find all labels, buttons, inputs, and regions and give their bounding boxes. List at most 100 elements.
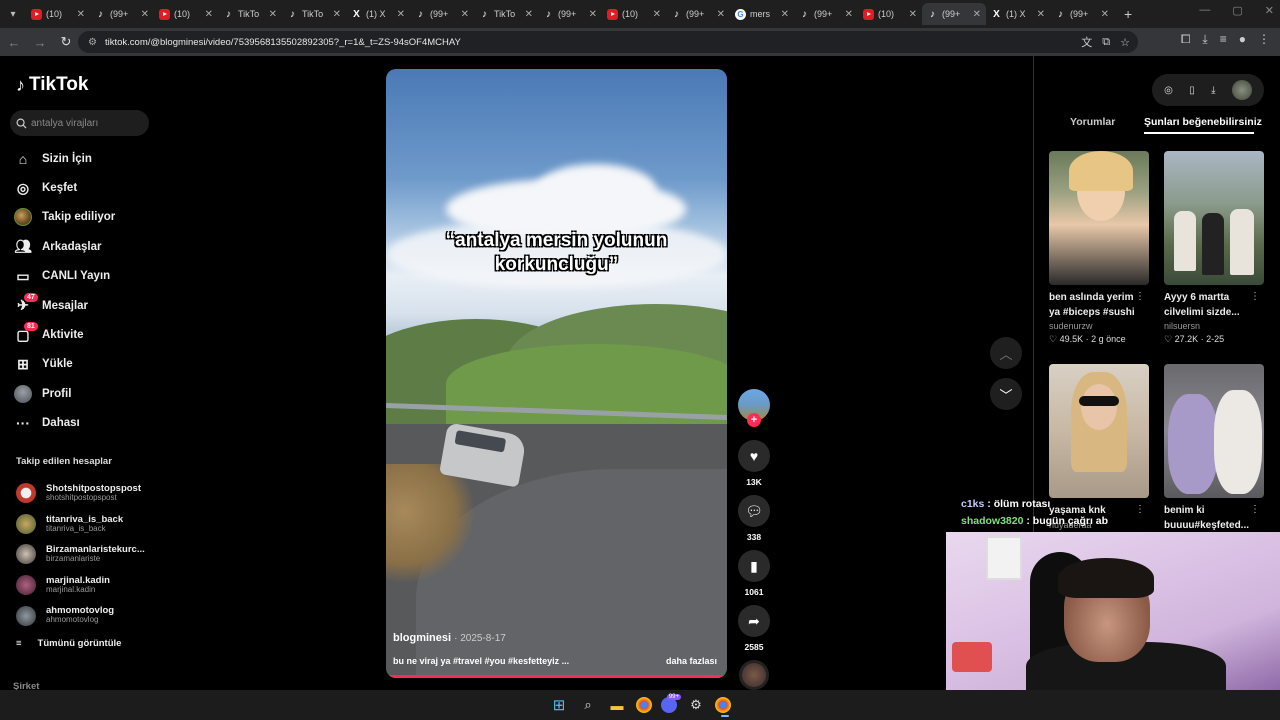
sidebar-item[interactable]: ◎ Keşfet xyxy=(14,173,154,202)
card-thumbnail[interactable] xyxy=(1049,364,1149,498)
sidebar-item[interactable]: Takip ediliyor xyxy=(14,203,154,232)
card-more-icon[interactable]: ⋮ xyxy=(1250,291,1260,302)
download-icon[interactable]: ⤓ xyxy=(1211,85,1215,96)
close-tab-icon[interactable]: ✕ xyxy=(269,9,277,20)
creator-avatar[interactable]: + xyxy=(738,389,770,427)
followed-account[interactable]: Shotshitpostopspost shotshitpostopspost xyxy=(16,478,156,509)
video-progress-bar[interactable] xyxy=(386,675,727,678)
browser-tab[interactable]: X (1) X ✕ xyxy=(986,3,1050,25)
browser-tab[interactable]: ♪ (99+ ✕ xyxy=(90,3,154,25)
extensions-icon[interactable]: ⧠ xyxy=(1181,32,1191,47)
search-input[interactable]: antalya virajları xyxy=(10,110,149,136)
translate-icon[interactable]: 文 xyxy=(1081,34,1092,50)
sidebar-item[interactable]: ··· Dahası xyxy=(14,409,154,438)
sidebar-item[interactable]: ⊞ Yükle xyxy=(14,350,154,379)
install-app-icon[interactable]: ⧉ xyxy=(1102,36,1110,49)
new-tab-button[interactable]: + xyxy=(1124,6,1132,22)
discord-icon[interactable]: 99+ xyxy=(661,694,681,713)
close-tab-icon[interactable]: ✕ xyxy=(141,9,149,20)
device-icon[interactable]: ▯ xyxy=(1189,85,1195,96)
sidebar-item[interactable]: ⌂ Sizin İçin xyxy=(14,144,154,173)
followed-account[interactable]: Birzamanlaristekurc... birzamanlariste xyxy=(16,539,156,570)
card-user[interactable]: sudenurzw xyxy=(1049,321,1149,331)
followed-account[interactable]: marjinal.kadin marjinal.kadin xyxy=(16,570,156,601)
tiktok-logo[interactable]: ♪ TikTok xyxy=(16,74,88,96)
more-button[interactable]: daha fazlası xyxy=(666,656,717,666)
browser-tab[interactable]: ♪ TikTo ✕ xyxy=(282,3,346,25)
close-window-icon[interactable]: ✕ xyxy=(1265,4,1274,17)
card-more-icon[interactable]: ⋮ xyxy=(1135,504,1145,515)
followed-account[interactable]: titanriva_is_back titanriva_is_back xyxy=(16,509,156,540)
browser-tab[interactable]: ♪ TikTo ✕ xyxy=(218,3,282,25)
close-tab-icon[interactable]: ✕ xyxy=(397,9,405,20)
chrome-active-icon[interactable] xyxy=(715,697,731,717)
close-tab-icon[interactable]: ✕ xyxy=(333,9,341,20)
url-field[interactable]: ⚙ tiktok.com/@blogminesi/video/753956813… xyxy=(78,31,1138,53)
search-icon[interactable]: ⌕ xyxy=(578,695,598,715)
tab-you-may-like[interactable]: Şunları beğenebilirsiniz xyxy=(1144,116,1262,128)
company-link[interactable]: Şirket xyxy=(13,681,39,690)
browser-tab[interactable]: (10) ✕ xyxy=(26,3,90,25)
close-tab-icon[interactable]: ✕ xyxy=(525,9,533,20)
close-tab-icon[interactable]: ✕ xyxy=(653,9,661,20)
follow-plus-icon[interactable]: + xyxy=(747,413,761,427)
explore-icon[interactable]: ◎ xyxy=(1164,85,1173,96)
bookmark-star-icon[interactable]: ☆ xyxy=(1120,36,1130,49)
close-tab-icon[interactable]: ✕ xyxy=(589,9,597,20)
browser-tab[interactable]: ♪ (99+ ✕ xyxy=(538,3,602,25)
back-icon[interactable]: ← xyxy=(2,30,26,54)
close-tab-icon[interactable]: ✕ xyxy=(1101,9,1109,20)
recommended-card[interactable]: ben aslında yerim ya #biceps #sushi ⋮ su… xyxy=(1049,151,1149,345)
profile-icon[interactable]: ● xyxy=(1239,32,1246,47)
card-more-icon[interactable]: ⋮ xyxy=(1135,291,1145,302)
video-player[interactable]: “antalya mersin yolunun korkuncluğu” blo… xyxy=(386,69,727,678)
comment-button[interactable]: 💬︎ xyxy=(738,495,770,527)
browser-tab[interactable]: ♪ (99+ ✕ xyxy=(666,3,730,25)
site-info-icon[interactable]: ⚙ xyxy=(88,37,97,48)
windows-start-icon[interactable]: ⊞ xyxy=(549,695,569,715)
sidebar-item[interactable]: ▢ 81 Aktivite xyxy=(14,320,154,349)
sidebar-item[interactable]: Profil xyxy=(14,379,154,408)
forward-icon[interactable]: → xyxy=(28,30,52,54)
close-tab-icon[interactable]: ✕ xyxy=(781,9,789,20)
previous-video-button[interactable]: ︿ xyxy=(990,337,1022,369)
close-tab-icon[interactable]: ✕ xyxy=(717,9,725,20)
video-author[interactable]: blogminesi · 2025-8-17 xyxy=(393,632,506,644)
save-button[interactable]: ▮ xyxy=(738,550,770,582)
close-tab-icon[interactable]: ✕ xyxy=(461,9,469,20)
close-tab-icon[interactable]: ✕ xyxy=(205,9,213,20)
browser-menu-icon[interactable]: ⋮ xyxy=(1258,32,1270,47)
maximize-icon[interactable]: ▢ xyxy=(1232,4,1242,17)
card-thumbnail[interactable] xyxy=(1164,364,1264,498)
close-tab-icon[interactable]: ✕ xyxy=(845,9,853,20)
sidebar-item[interactable]: 👥︎ Arkadaşlar xyxy=(14,232,154,261)
card-user[interactable]: nilsuersn xyxy=(1164,321,1264,331)
browser-tab[interactable]: (10) ✕ xyxy=(858,3,922,25)
share-button[interactable]: ➦ xyxy=(738,605,770,637)
card-more-icon[interactable]: ⋮ xyxy=(1250,504,1260,515)
close-tab-icon[interactable]: ✕ xyxy=(973,9,981,20)
minimize-icon[interactable]: — xyxy=(1199,4,1210,17)
sidebar-item[interactable]: ✈ 47 Mesajlar xyxy=(14,291,154,320)
tab-comments[interactable]: Yorumlar xyxy=(1070,116,1115,128)
browser-tab[interactable]: Gmers ✕ xyxy=(730,3,794,25)
see-all-link[interactable]: ≡ Tümünü görüntüle xyxy=(16,638,121,649)
card-thumbnail[interactable] xyxy=(1049,151,1149,285)
followed-account[interactable]: ahmomotovlog ahmomotovlog xyxy=(16,600,156,631)
sidebar-item[interactable]: ▭ CANLI Yayın xyxy=(14,262,154,291)
close-tab-icon[interactable]: ✕ xyxy=(1037,9,1045,20)
browser-tab[interactable]: ♪ (99+ ✕ xyxy=(1050,3,1114,25)
browser-tab[interactable]: ♪ (99+ ✕ xyxy=(410,3,474,25)
browser-tab[interactable]: (10) ✕ xyxy=(602,3,666,25)
like-button[interactable]: ♥ xyxy=(738,440,770,472)
browser-tab[interactable]: ♪ (99+ ✕ xyxy=(794,3,858,25)
card-thumbnail[interactable] xyxy=(1164,151,1264,285)
browser-tab[interactable]: ♪ (99+ ✕ xyxy=(922,3,986,25)
music-disc[interactable] xyxy=(739,660,769,690)
app-icon[interactable]: ⚙ xyxy=(686,695,706,715)
reading-list-icon[interactable]: ≡ xyxy=(1220,32,1227,47)
reload-icon[interactable]: ↻ xyxy=(54,30,78,54)
browser-tab[interactable]: X (1) X ✕ xyxy=(346,3,410,25)
close-tab-icon[interactable]: ✕ xyxy=(909,9,917,20)
chrome-icon[interactable] xyxy=(636,697,652,713)
